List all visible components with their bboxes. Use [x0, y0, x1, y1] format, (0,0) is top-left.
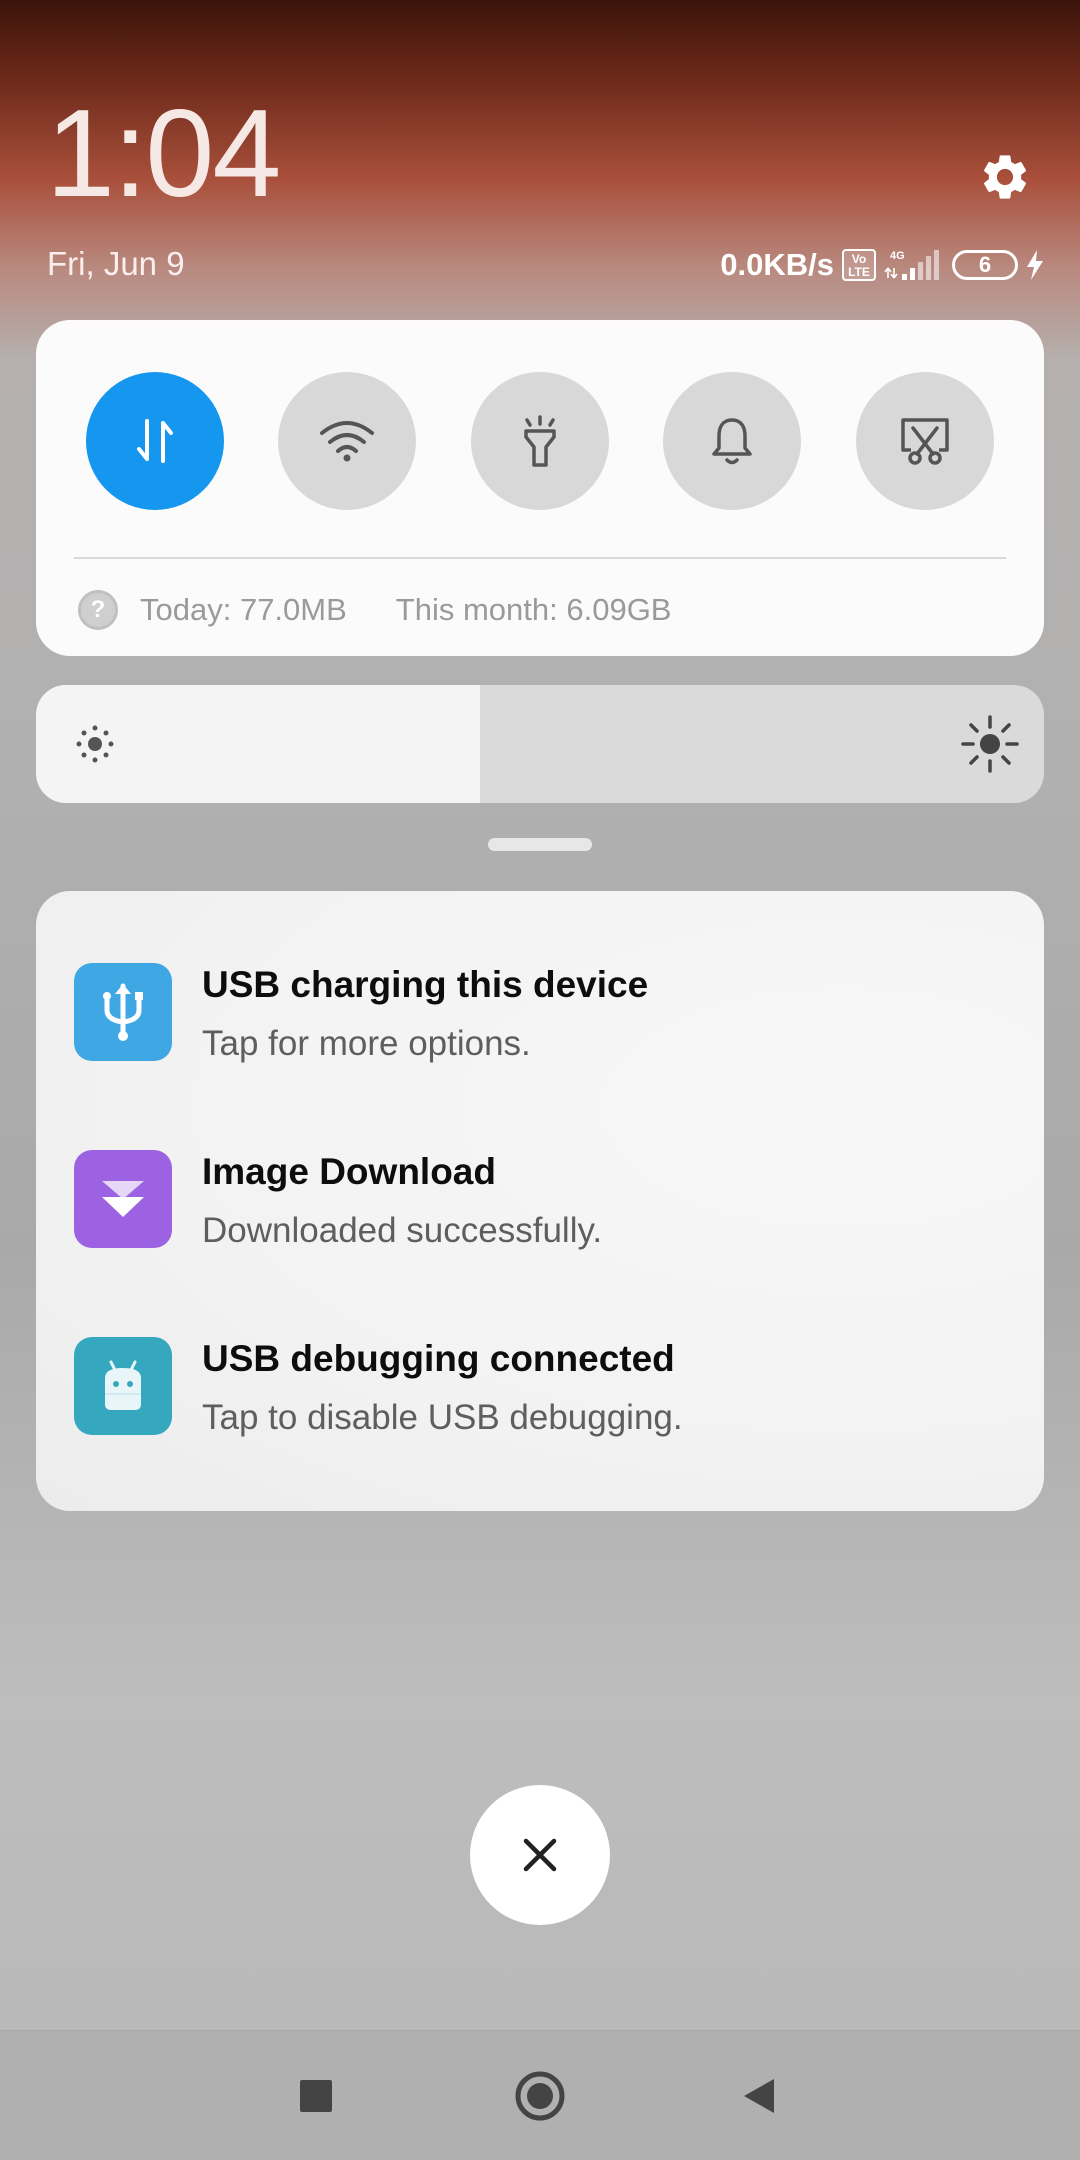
usage-month: This month: 6.09GB — [395, 592, 672, 627]
notification-title: Image Download — [202, 1151, 496, 1192]
clear-all-button[interactable] — [470, 1785, 610, 1925]
clock: 1:04 — [46, 85, 281, 223]
toggle-wifi[interactable] — [278, 372, 416, 510]
bell-icon — [712, 418, 752, 465]
toggle-flashlight[interactable] — [471, 372, 609, 510]
gear-icon — [983, 155, 1027, 199]
battery-icon: 6 — [952, 250, 1018, 280]
help-icon[interactable]: ? — [78, 590, 118, 630]
flashlight-icon — [524, 415, 556, 467]
battery-level: 6 — [978, 252, 992, 277]
home-button[interactable] — [508, 2064, 572, 2128]
toggle-sound[interactable] — [663, 372, 801, 510]
brightness-high-icon — [961, 715, 1019, 773]
quick-settings-panel: ? Today: 77.0MB This month: 6.09GB — [36, 320, 1044, 656]
home-icon — [515, 2071, 565, 2121]
notification-usb-debugging[interactable]: USB debugging connected Tap to disable U… — [74, 1337, 1004, 1457]
toggle-mobile-data[interactable] — [86, 372, 224, 510]
network-type-label: 4G — [890, 250, 905, 262]
notification-image-download[interactable]: Image Download Downloaded successfully. — [74, 1150, 1004, 1270]
back-button[interactable] — [728, 2064, 792, 2128]
notification-subtitle: Tap to disable USB debugging. — [202, 1398, 683, 1437]
notification-title: USB debugging connected — [202, 1338, 675, 1379]
charging-bolt-icon — [1027, 250, 1043, 280]
drag-handle[interactable] — [488, 838, 592, 851]
brightness-slider[interactable] — [36, 685, 1044, 803]
close-icon — [523, 1838, 557, 1872]
toggle-screenshot[interactable] — [856, 372, 994, 510]
recents-icon — [300, 2080, 332, 2112]
download-icon — [74, 1150, 172, 1248]
date: Fri, Jun 9 — [47, 245, 185, 282]
android-debug-icon — [74, 1337, 172, 1435]
navigation-bar — [0, 2030, 1080, 2160]
volte-icon: Vo LTE — [842, 249, 876, 281]
notification-subtitle: Tap for more options. — [202, 1024, 531, 1063]
usb-icon — [74, 963, 172, 1061]
net-speed: 0.0KB/s — [720, 247, 834, 282]
notification-title: USB charging this device — [202, 964, 649, 1005]
wifi-icon — [320, 421, 374, 462]
data-usage-row[interactable]: ? Today: 77.0MB This month: 6.09GB — [78, 586, 671, 634]
divider — [74, 557, 1006, 559]
signal-4g-icon: 4G — [884, 250, 939, 280]
data-arrows-icon — [137, 419, 173, 463]
usage-today: Today: 77.0MB — [140, 592, 347, 627]
notification-subtitle: Downloaded successfully. — [202, 1211, 603, 1250]
settings-button[interactable] — [976, 148, 1034, 206]
notification-usb-charging[interactable]: USB charging this device Tap for more op… — [74, 963, 1004, 1083]
status-bar: 0.0KB/s Vo LTE 4G 6 — [720, 243, 1044, 287]
brightness-low-icon — [76, 725, 114, 763]
recents-button[interactable] — [284, 2064, 348, 2128]
scissors-screenshot-icon — [901, 418, 949, 465]
back-icon — [744, 2079, 774, 2113]
notifications-panel: USB charging this device Tap for more op… — [36, 891, 1044, 1511]
